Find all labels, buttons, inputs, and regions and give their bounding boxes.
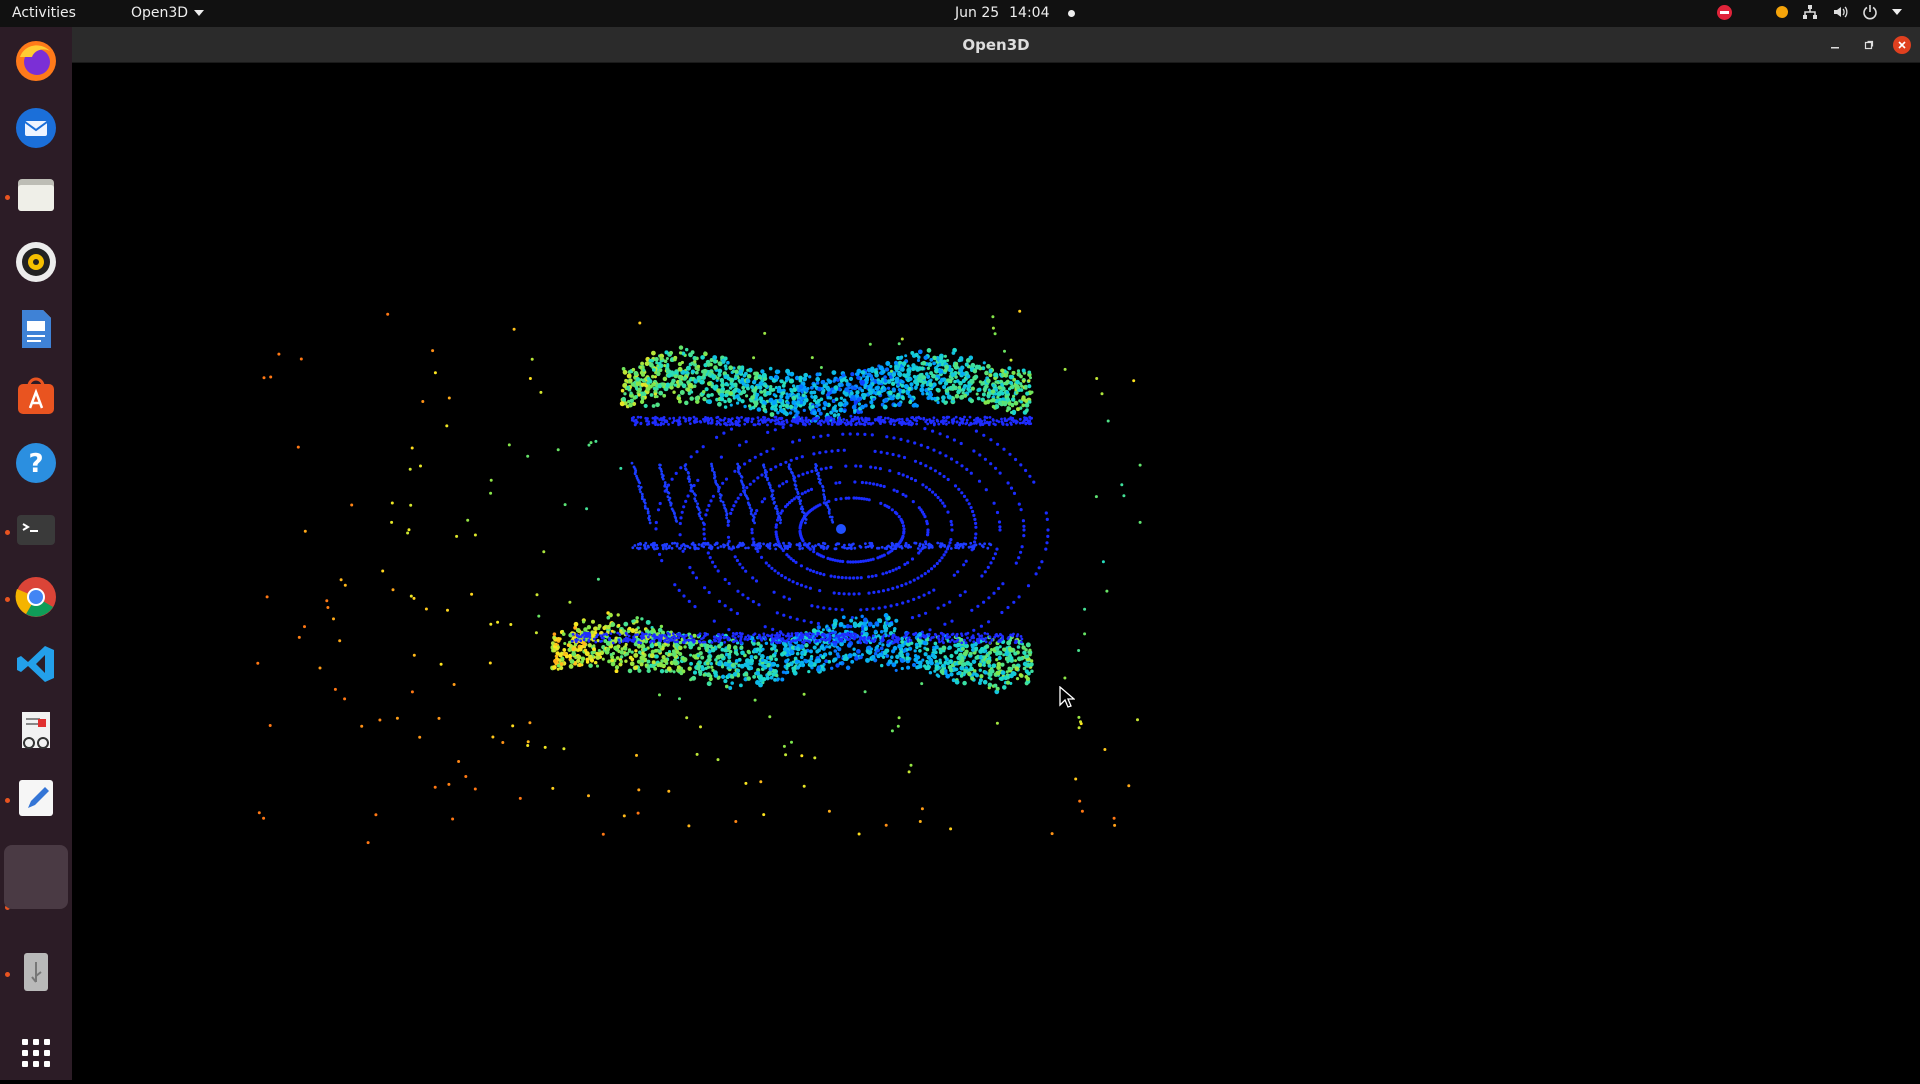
top-bar: Activities Open3D Jun 25 14:04 [0,0,1920,27]
indicator-icon[interactable] [1776,6,1788,18]
point-cloud-viewport[interactable] [72,63,1920,1080]
ubuntu-software-icon [14,374,58,418]
clock-time: 14:04 [1009,5,1049,21]
close-button[interactable] [1893,36,1911,54]
dock-document-viewer[interactable] [10,705,62,757]
app-grid-icon [20,1037,52,1069]
rhythmbox-icon [14,240,58,284]
notification-dot-icon [1068,10,1075,17]
volume-icon[interactable] [1832,4,1848,20]
close-icon [1897,40,1907,50]
open3d-window: Open3D [72,27,1920,1080]
dock-files[interactable] [10,169,62,221]
dock-usb-drive[interactable] [10,946,62,998]
dock-terminal[interactable] [10,504,62,556]
window-title: Open3D [72,36,1920,54]
minimize-icon [1829,39,1841,51]
app-menu-label: Open3D [131,5,188,21]
text-editor-icon [14,776,58,820]
document-viewer-icon [14,709,58,753]
usb-drive-icon [14,950,58,994]
app-menu[interactable]: Open3D [131,5,204,21]
dock-chrome[interactable] [10,571,62,623]
window-titlebar[interactable]: Open3D [72,27,1920,63]
system-tray[interactable] [1717,4,1902,20]
power-icon[interactable] [1862,4,1878,20]
clock[interactable]: Jun 25 14:04 [955,5,1075,21]
help-icon: ? [14,441,58,485]
point-cloud-render [72,63,1920,1080]
dock-open3d[interactable] [4,845,68,909]
network-icon[interactable] [1802,4,1818,20]
thunderbird-icon [14,106,58,150]
dock-rhythmbox[interactable] [10,236,62,288]
dock: ? [0,27,72,1080]
firefox-icon [14,39,58,83]
svg-text:?: ? [28,449,43,479]
dock-ubuntu-software[interactable] [10,370,62,422]
dock-vscode[interactable] [10,638,62,690]
chevron-down-icon [194,10,204,16]
terminal-icon [14,508,58,552]
libreoffice-writer-icon [14,307,58,351]
chrome-icon [14,575,58,619]
clock-date: Jun 25 [955,5,999,21]
restore-icon [1863,39,1875,51]
activities-button[interactable]: Activities [12,5,76,21]
dock-text-editor[interactable] [10,772,62,824]
dock-help[interactable]: ? [10,437,62,489]
minimize-button[interactable] [1826,36,1844,54]
vscode-icon [14,642,58,686]
files-icon [14,173,58,217]
dock-libreoffice-writer[interactable] [10,303,62,355]
dock-thunderbird[interactable] [10,102,62,154]
maximize-button[interactable] [1860,36,1878,54]
show-applications-button[interactable] [10,1027,62,1079]
chevron-down-icon[interactable] [1892,9,1902,15]
mouse-cursor-icon [1059,686,1075,710]
do-not-disturb-icon[interactable] [1717,5,1732,20]
dock-firefox[interactable] [10,35,62,87]
